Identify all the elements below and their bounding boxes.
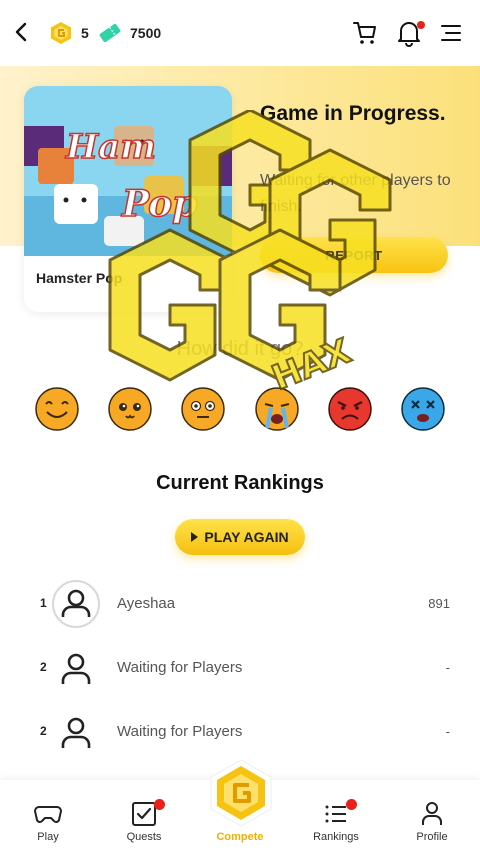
nav-label: Rankings <box>313 831 359 843</box>
status-title: Game in Progress. <box>260 102 446 125</box>
play-again-label: PLAY AGAIN <box>204 529 289 545</box>
ticket-icon <box>99 23 121 43</box>
neutral-emoji-icon[interactable] <box>180 386 226 432</box>
notification-dot <box>417 21 425 29</box>
cute-emoji-icon[interactable] <box>107 386 153 432</box>
avatar-icon <box>61 653 91 684</box>
nav-label: Compete <box>216 831 264 843</box>
coin-count: 5 <box>81 25 89 41</box>
ranking-row[interactable]: 2 Waiting for Players - <box>0 704 480 760</box>
angry-emoji-icon[interactable] <box>327 386 373 432</box>
play-icon <box>191 532 199 542</box>
nav-item-play[interactable]: Play <box>0 780 96 853</box>
notification-dot <box>154 799 165 810</box>
gamepad-icon <box>34 806 62 823</box>
top-bar: 5 7500 <box>0 0 480 66</box>
play-again-button[interactable]: PLAY AGAIN <box>175 519 305 555</box>
emoji-row <box>0 386 480 436</box>
status-subtitle: Waiting for other players to finish. <box>260 172 451 215</box>
dead-emoji-icon[interactable] <box>400 386 446 432</box>
coin-icon <box>51 22 71 44</box>
rank-number: 2 <box>40 724 47 738</box>
rank-number: 1 <box>40 596 47 610</box>
nav-label: Quests <box>126 831 162 843</box>
ranking-row[interactable]: 1 Ayeshaa 891 <box>0 576 480 632</box>
report-button[interactable]: REPORT <box>260 237 448 273</box>
player-name: Waiting for Players <box>117 659 243 676</box>
player-score: 891 <box>428 596 450 611</box>
nav-item-profile[interactable]: Profile <box>384 780 480 853</box>
happy-emoji-icon[interactable] <box>34 386 80 432</box>
hamburger-icon[interactable] <box>440 22 462 44</box>
ranking-row[interactable]: 2 Waiting for Players - <box>0 640 480 696</box>
rank-number: 2 <box>40 660 47 674</box>
player-name: Ayeshaa <box>117 595 176 612</box>
notification-dot <box>346 799 357 810</box>
game-card[interactable]: Ham Pop Hamster Pop <box>24 86 232 312</box>
compete-logo-icon[interactable] <box>208 758 274 828</box>
player-score: - <box>445 660 450 675</box>
player-score: - <box>445 724 450 739</box>
crying-emoji-icon[interactable] <box>254 386 300 432</box>
nav-item-rankings[interactable]: Rankings <box>288 780 384 853</box>
user-icon <box>422 802 442 825</box>
game-name: Hamster Pop <box>36 270 123 286</box>
player-name: Waiting for Players <box>117 723 243 740</box>
rankings-title: Current Rankings <box>156 472 324 494</box>
nav-label: Play <box>37 831 59 843</box>
ticket-count: 7500 <box>130 25 162 41</box>
avatar-icon <box>52 580 100 628</box>
svg-text:Ham: Ham <box>65 127 156 167</box>
game-thumbnail: Ham Pop <box>24 86 232 256</box>
nav-label: Profile <box>416 831 448 843</box>
feedback-question: How did it go? <box>176 338 304 360</box>
cart-icon[interactable] <box>352 20 378 46</box>
svg-text:Pop: Pop <box>121 183 197 225</box>
avatar-icon <box>61 717 91 748</box>
chevron-left-icon[interactable] <box>10 20 34 44</box>
nav-item-quests[interactable]: Quests <box>96 780 192 853</box>
